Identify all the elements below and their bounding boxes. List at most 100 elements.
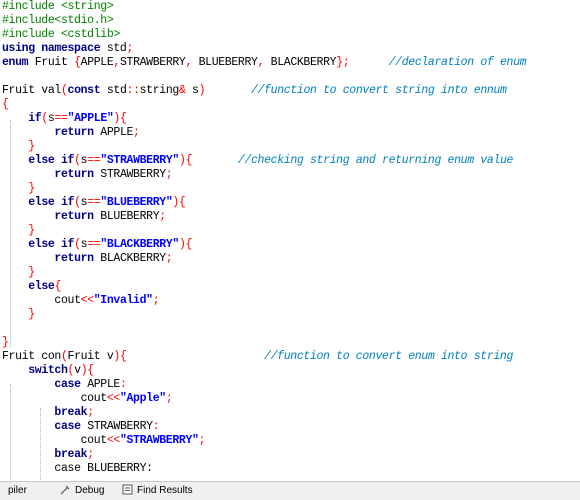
code-line[interactable]: if(s=="APPLE"){ <box>2 112 127 126</box>
operator-token: :: <box>126 84 140 97</box>
string-token: "BLACKBERRY" <box>100 238 179 251</box>
keyword-token: return <box>54 168 94 181</box>
keyword-token: else if <box>28 154 75 167</box>
identifier-token <box>2 196 28 209</box>
code-line[interactable]: } <box>2 224 35 238</box>
identifier-token: cout <box>54 294 81 307</box>
code-line[interactable]: #include<stdio.h> <box>2 14 114 28</box>
identifier-token <box>2 420 54 433</box>
operator-token: ; <box>159 210 166 223</box>
code-line[interactable]: return BLACKBERRY; <box>2 252 172 266</box>
code-line[interactable]: case BLUEBERRY: <box>2 462 153 476</box>
code-line[interactable]: case STRAWBERRY: <box>2 420 159 434</box>
identifier-token: cout <box>80 392 108 405</box>
identifier-token: APPLE <box>80 56 114 69</box>
identifier-token: BLACKBERRY <box>93 252 166 265</box>
operator-token: == <box>87 154 101 167</box>
string-token: "Apple" <box>119 392 166 405</box>
code-line[interactable]: } <box>2 266 35 280</box>
operator-token: ){ <box>113 350 127 363</box>
identifier-token: Fruit con <box>2 350 61 363</box>
operator-token: ; <box>165 252 173 265</box>
code-line[interactable]: } <box>2 308 35 322</box>
identifier-token: std <box>100 84 127 97</box>
code-line[interactable]: return STRAWBERRY; <box>2 168 172 182</box>
operator-token: == <box>87 238 101 251</box>
keyword-token: return <box>54 210 94 223</box>
keyword-token: else if <box>28 196 75 209</box>
comment-token: //function to convert string into ennum <box>251 84 507 97</box>
tab-find-results-label: Find Results <box>137 485 193 496</box>
code-line[interactable]: } <box>2 140 35 154</box>
tab-debug[interactable]: Debug <box>56 483 108 499</box>
keyword-token: return <box>54 126 94 139</box>
debug-icon <box>60 485 70 495</box>
code-line[interactable]: { <box>2 98 9 112</box>
code-line[interactable]: else if(s=="BLUEBERRY"){ <box>2 196 186 210</box>
code-line[interactable]: #include <cstdlib> <box>2 28 120 42</box>
code-line[interactable]: } <box>2 336 9 350</box>
operator-token: ; <box>126 42 134 55</box>
identifier-token: APPLE <box>80 378 120 391</box>
code-line[interactable]: cout<<"STRAWBERRY"; <box>2 434 206 448</box>
code-line[interactable]: switch(v){ <box>2 364 94 378</box>
code-line[interactable]: else{ <box>2 280 61 294</box>
identifier-token <box>2 182 28 195</box>
identifier-token: cout <box>80 434 108 447</box>
identifier-token: s <box>185 84 199 97</box>
code-line[interactable]: cout<<"Apple"; <box>2 392 173 406</box>
operator-token: { <box>54 280 61 293</box>
code-line[interactable]: using namespace std; <box>2 42 133 56</box>
operator-token: ; <box>165 168 173 181</box>
operator-token: } <box>2 336 9 349</box>
identifier-token <box>2 140 28 153</box>
tab-find-results[interactable]: Find Results <box>118 483 197 499</box>
identifier-token <box>2 378 54 391</box>
code-line[interactable]: #include <string> <box>2 0 114 14</box>
operator-token: } <box>28 308 35 321</box>
keyword-token: using namespace <box>2 42 101 55</box>
identifier-token <box>2 448 54 461</box>
code-editor[interactable]: #include <string> #include<stdio.h> #inclu… <box>0 0 580 481</box>
operator-token: } <box>28 182 35 195</box>
operator-token: } <box>28 266 35 279</box>
identifier-token: BLUEBERRY <box>93 210 160 223</box>
identifier-token: APPLE <box>93 126 134 139</box>
code-line[interactable]: case APPLE: <box>2 378 126 392</box>
operator-token: == <box>54 112 68 125</box>
operator-token: ; <box>152 294 160 307</box>
operator-token: : <box>152 420 160 433</box>
keyword-token: enum <box>2 56 29 69</box>
tab-compiler[interactable]: piler <box>4 483 31 499</box>
code-line[interactable]: return APPLE; <box>2 126 140 140</box>
comment-token: //declaration of enum <box>388 56 527 69</box>
code-line[interactable]: Fruit con(Fruit v){ //function to conver… <box>2 350 513 364</box>
operator-token: ){ <box>178 238 193 251</box>
comment-token: //function to convert enum into string <box>264 350 514 363</box>
identifier-token <box>2 112 28 125</box>
code-line[interactable]: break; <box>2 406 94 420</box>
code-line[interactable]: break; <box>2 448 94 462</box>
identifier-token: BLACKBERRY <box>264 56 337 69</box>
code-line[interactable]: return BLUEBERRY; <box>2 210 166 224</box>
string-token: "Invalid" <box>93 294 153 307</box>
code-line[interactable]: enum Fruit {APPLE,STRAWBERRY, BLUEBERRY,… <box>2 56 527 70</box>
string-token: "STRAWBERRY" <box>119 434 199 447</box>
operator-token: == <box>87 196 101 209</box>
keyword-token: else <box>28 280 55 293</box>
string-token: "BLUEBERRY" <box>100 196 173 209</box>
keyword-token: case <box>54 420 81 433</box>
preprocessor-token: #include <cstdlib> <box>2 28 120 41</box>
operator-token: << <box>106 392 120 405</box>
code-line[interactable]: cout<<"Invalid"; <box>2 294 159 308</box>
operator-token: { <box>2 98 9 111</box>
code-line[interactable]: Fruit val(const std::string& s) //functi… <box>2 84 507 98</box>
identifier-token <box>2 224 28 237</box>
tab-debug-label: Debug <box>75 485 105 496</box>
code-line[interactable]: } <box>2 182 35 196</box>
code-line[interactable]: else if(s=="BLACKBERRY"){ <box>2 238 192 252</box>
identifier-token: Fruit v <box>67 350 114 363</box>
code-line[interactable]: else if(s=="STRAWBERRY"){ //checking str… <box>2 154 513 168</box>
keyword-token: break <box>54 406 88 419</box>
identifier-token <box>2 392 81 405</box>
